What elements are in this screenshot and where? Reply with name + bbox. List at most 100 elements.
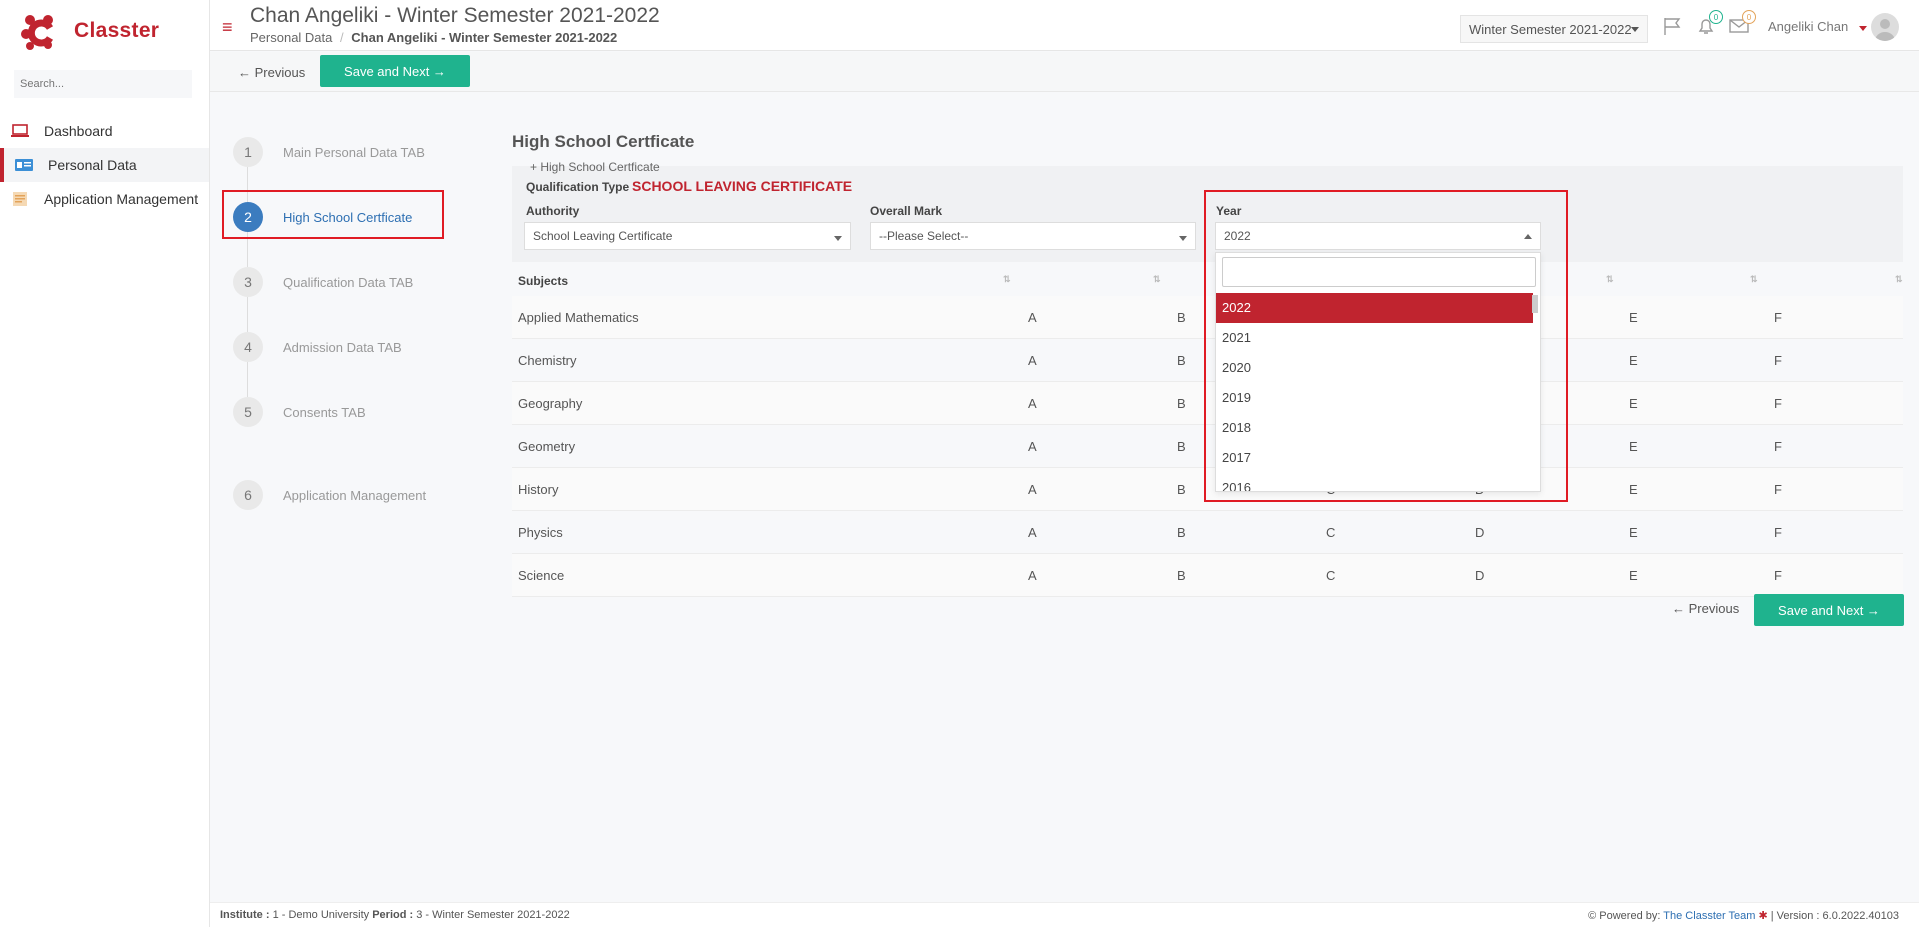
top-header: ≡ Chan Angeliki - Winter Semester 2021-2… — [210, 0, 1919, 51]
table-row: Science A B C D E F — [512, 554, 1903, 597]
grade-cell[interactable]: E — [1629, 353, 1638, 368]
hamburger-menu-icon[interactable]: ≡ — [222, 18, 233, 36]
grade-cell[interactable]: E — [1629, 439, 1638, 454]
step-qualification-data[interactable]: 3 Qualification Data TAB — [233, 267, 413, 297]
sort-icon[interactable]: ⇅ — [1895, 274, 1903, 285]
sidebar-item-label: Personal Data — [48, 157, 137, 173]
sidebar-item-personal-data[interactable]: Personal Data — [0, 148, 209, 182]
save-and-next-button[interactable]: Save and Next → — [320, 55, 470, 87]
grade-cell[interactable]: A — [1028, 482, 1037, 497]
grade-cell[interactable]: F — [1774, 396, 1782, 411]
step-highlight-box — [222, 190, 444, 239]
step-consents[interactable]: 5 Consents TAB — [233, 397, 366, 427]
grade-cell[interactable]: A — [1028, 396, 1037, 411]
sort-icon[interactable]: ⇅ — [1003, 274, 1011, 285]
grade-cell[interactable]: C — [1326, 525, 1335, 540]
classter-small-logo-icon: ✱ — [1758, 910, 1768, 922]
grade-cell[interactable]: E — [1629, 482, 1638, 497]
step-main-personal-data[interactable]: 1 Main Personal Data TAB — [233, 137, 425, 167]
grade-cell[interactable]: E — [1629, 568, 1638, 583]
chevron-down-icon — [1179, 236, 1187, 241]
step-label: Admission Data TAB — [283, 339, 402, 355]
laptop-icon — [10, 123, 30, 139]
grade-cell[interactable]: F — [1774, 353, 1782, 368]
overall-mark-select[interactable]: --Please Select-- — [870, 222, 1196, 250]
step-label: Application Management — [283, 487, 427, 503]
sidebar-item-application-management[interactable]: Application Management — [0, 182, 209, 216]
grade-cell[interactable]: B — [1177, 525, 1186, 540]
subject-cell: Geometry — [518, 439, 576, 454]
step-number: 1 — [233, 137, 263, 167]
grade-cell[interactable]: B — [1177, 353, 1186, 368]
grade-cell[interactable]: A — [1028, 568, 1037, 583]
subject-cell: History — [518, 482, 559, 497]
grade-cell[interactable]: B — [1177, 568, 1186, 583]
overall-mark-value: --Please Select-- — [879, 229, 969, 243]
grade-cell[interactable]: F — [1774, 568, 1782, 583]
grade-cell[interactable]: F — [1774, 310, 1782, 325]
grade-cell[interactable]: E — [1629, 310, 1638, 325]
flag-icon[interactable] — [1662, 16, 1684, 36]
grade-cell[interactable]: E — [1629, 396, 1638, 411]
sort-icon[interactable]: ⇅ — [1750, 274, 1758, 285]
step-application-management[interactable]: 6 Application Management — [233, 480, 426, 510]
grade-cell[interactable]: F — [1774, 482, 1782, 497]
sort-icon[interactable]: ⇅ — [1606, 274, 1614, 285]
grade-cell[interactable]: E — [1629, 525, 1638, 540]
table-row: Physics A B C D E F — [512, 511, 1903, 554]
subjects-column-header[interactable]: Subjects — [518, 274, 568, 288]
grade-cell[interactable]: A — [1028, 353, 1037, 368]
page-title: Chan Angeliki - Winter Semester 2021-202… — [250, 4, 660, 27]
semester-select[interactable]: Winter Semester 2021-2022 — [1460, 15, 1648, 43]
authority-select[interactable]: School Leaving Certificate — [524, 222, 851, 250]
grade-cell[interactable]: B — [1177, 396, 1186, 411]
grade-cell[interactable]: B — [1177, 482, 1186, 497]
bell-icon[interactable]: 0 — [1695, 10, 1723, 36]
grade-cell[interactable]: D — [1475, 568, 1484, 583]
mail-icon[interactable]: 0 — [1728, 10, 1756, 36]
grade-cell[interactable]: A — [1028, 525, 1037, 540]
chevron-down-icon — [834, 236, 842, 241]
sidebar-item-label: Dashboard — [44, 123, 113, 139]
previous-button-bottom[interactable]: ← Previous — [1672, 601, 1739, 616]
section-title: High School Certficate — [512, 132, 695, 151]
chevron-down-icon[interactable] — [1859, 26, 1867, 31]
semester-value: Winter Semester 2021-2022 — [1469, 22, 1632, 37]
institute-label: Institute : — [220, 909, 270, 921]
breadcrumb-separator: / — [340, 30, 344, 45]
grade-cell[interactable]: A — [1028, 310, 1037, 325]
overall-mark-label: Overall Mark — [870, 204, 943, 218]
sort-icon[interactable]: ⇅ — [1153, 274, 1161, 285]
qualification-type-value: SCHOOL LEAVING CERTIFICATE — [632, 178, 853, 194]
user-name[interactable]: Angeliki Chan — [1768, 19, 1848, 34]
authority-value: School Leaving Certificate — [533, 229, 673, 243]
institute-value: 1 - Demo University — [272, 909, 370, 921]
grade-cell[interactable]: D — [1475, 525, 1484, 540]
grade-cell[interactable]: C — [1326, 568, 1335, 583]
authority-label: Authority — [526, 204, 580, 218]
breadcrumb: Personal Data / Chan Angeliki - Winter S… — [250, 30, 617, 45]
sidebar-nav: Dashboard Personal Data Application Mana… — [0, 114, 209, 216]
classter-team-link[interactable]: The Classter Team — [1663, 910, 1755, 922]
grade-cell[interactable]: A — [1028, 439, 1037, 454]
sidebar-search-input[interactable] — [14, 70, 192, 98]
sidebar-item-dashboard[interactable]: Dashboard — [0, 114, 209, 148]
add-certificate-link[interactable]: + High School Certficate — [530, 160, 660, 174]
grade-cell[interactable]: F — [1774, 439, 1782, 454]
breadcrumb-root[interactable]: Personal Data — [250, 30, 332, 45]
grade-cell[interactable]: B — [1177, 310, 1186, 325]
avatar[interactable] — [1871, 13, 1899, 41]
step-number: 6 — [233, 480, 263, 510]
grade-cell[interactable]: B — [1177, 439, 1186, 454]
logo[interactable]: Classter — [0, 0, 209, 62]
period-label: Period : — [372, 909, 414, 921]
previous-button[interactable]: ← Previous — [238, 65, 305, 80]
copyright-icon: © — [1588, 910, 1597, 922]
subject-cell: Physics — [518, 525, 563, 540]
powered-by-label: Powered by: — [1599, 910, 1661, 922]
classter-logo-icon — [20, 12, 58, 50]
app-name: Classter — [74, 19, 160, 42]
save-and-next-button-bottom[interactable]: Save and Next → — [1754, 594, 1904, 626]
step-admission-data[interactable]: 4 Admission Data TAB — [233, 332, 402, 362]
grade-cell[interactable]: F — [1774, 525, 1782, 540]
